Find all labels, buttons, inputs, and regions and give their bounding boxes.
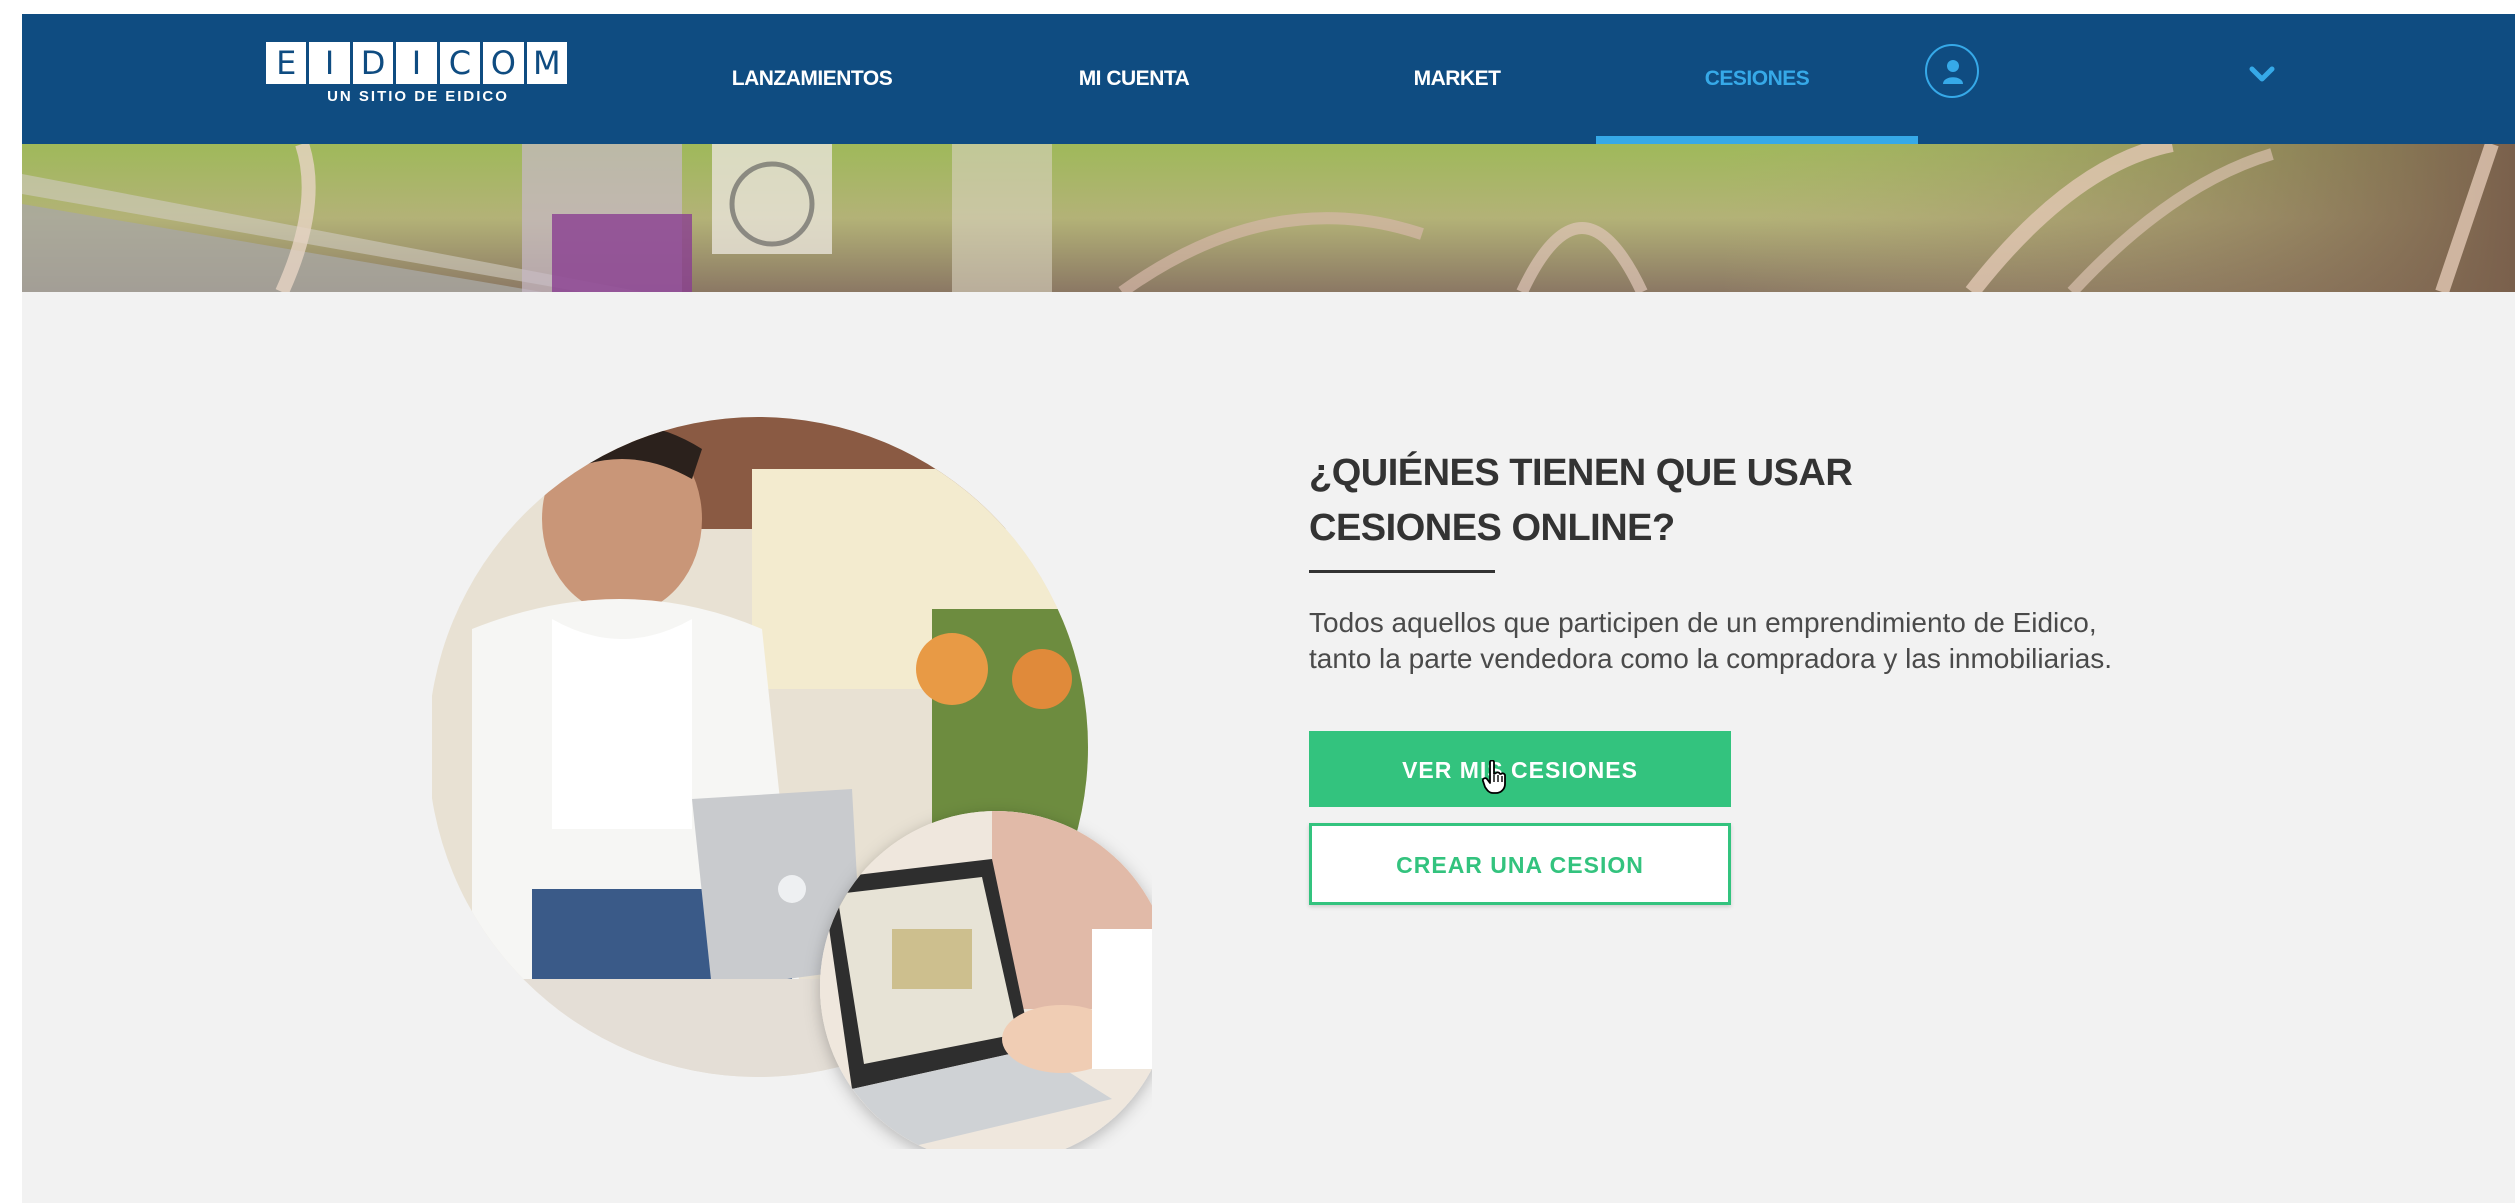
crear-una-cesion-button[interactable]: CREAR UNA CESION — [1309, 823, 1731, 905]
nav-item-lanzamientos[interactable]: LANZAMIENTOS — [710, 14, 914, 144]
section-heading-line-1: ¿QUIÉNES TIENEN QUE USAR — [1309, 452, 1853, 494]
logo-letter: O — [483, 42, 524, 84]
page-viewport: E I D I C O M UN SITIO DE EIDICO LANZAMI… — [22, 14, 2515, 1203]
section-heading-line-2: CESIONES ONLINE? — [1309, 507, 1675, 549]
description-line-2: tanto la parte vendedora como la comprad… — [1309, 643, 2113, 674]
nav-item-market[interactable]: MARKET — [1382, 14, 1532, 144]
nav-item-cesiones[interactable]: CESIONES — [1677, 14, 1837, 144]
logo-letter: I — [396, 42, 437, 84]
hand-pointer-icon — [1482, 760, 1506, 794]
logo-tagline: UN SITIO DE EIDICO — [327, 88, 509, 105]
heading-divider — [1309, 570, 1495, 573]
banner-photo — [22, 144, 2515, 292]
feature-photo-group — [432, 409, 1172, 1163]
chevron-down-icon[interactable] — [2249, 66, 2275, 84]
top-navbar: E I D I C O M UN SITIO DE EIDICO LANZAMI… — [22, 14, 2515, 144]
logo-letter: C — [439, 42, 481, 84]
nav-item-mi-cuenta[interactable]: MI CUENTA — [1054, 14, 1214, 144]
logo-wordmark: E I D I C O M — [266, 42, 570, 84]
ver-mis-cesiones-button[interactable]: VER MIS CESIONES — [1309, 731, 1731, 807]
active-tab-indicator — [1596, 136, 1918, 144]
logo-letter: E — [266, 42, 307, 84]
logo-letter: D — [352, 42, 394, 84]
section-description: Todos aquellos que participen de un empr… — [1309, 605, 2269, 677]
user-account-button[interactable] — [1925, 44, 1979, 98]
logo-letter: I — [309, 42, 350, 84]
hero-banner-image — [22, 144, 2515, 292]
section-heading: ¿QUIÉNES TIENEN QUE USAR CESIONES ONLINE… — [1309, 446, 2009, 556]
eidicom-logo[interactable]: E I D I C O M UN SITIO DE EIDICO — [266, 42, 570, 110]
man-with-laptop-photo — [432, 417, 1172, 1163]
description-line-1: Todos aquellos que participen de un empr… — [1309, 607, 2097, 638]
logo-letter: M — [526, 42, 567, 84]
user-icon — [1943, 60, 1963, 84]
